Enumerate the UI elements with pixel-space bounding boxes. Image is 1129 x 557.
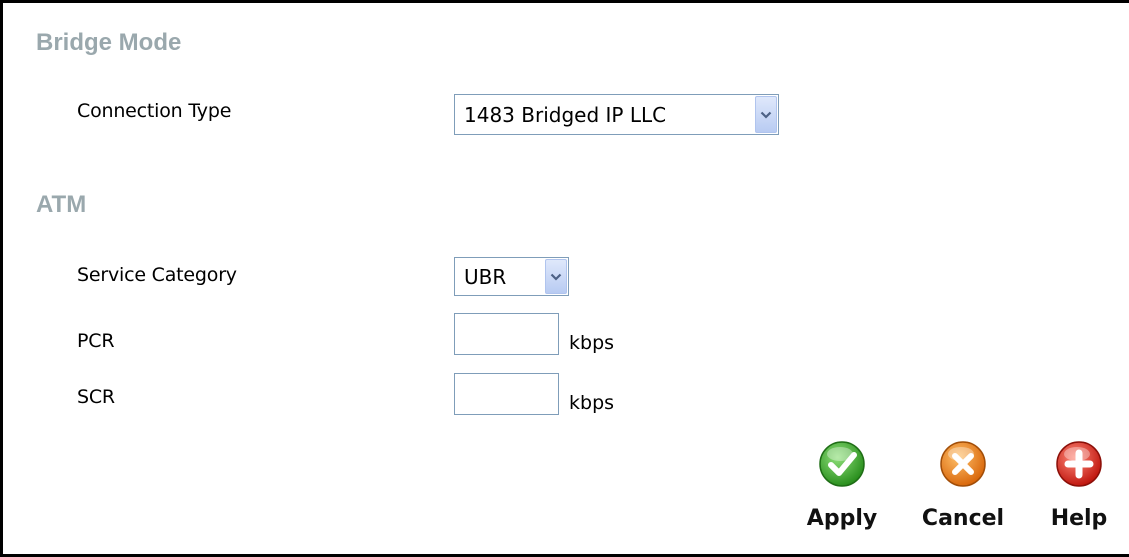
help-label: Help	[1050, 506, 1108, 531]
help-button[interactable]: Help	[1039, 440, 1119, 531]
service-category-label: Service Category	[77, 264, 237, 286]
check-icon	[819, 441, 865, 487]
chevron-down-icon[interactable]	[755, 96, 777, 133]
connection-type-select[interactable]: 1483 Bridged IP LLC	[454, 94, 779, 135]
x-icon	[940, 441, 986, 487]
cancel-button[interactable]: Cancel	[921, 440, 1005, 531]
scr-input[interactable]	[454, 373, 559, 415]
service-category-value: UBR	[464, 264, 507, 289]
scr-label: SCR	[77, 386, 115, 408]
apply-button[interactable]: Apply	[802, 440, 882, 531]
connection-type-label: Connection Type	[77, 100, 232, 122]
section-title-bridge-mode: Bridge Mode	[36, 29, 182, 56]
apply-label: Apply	[806, 506, 878, 531]
pcr-unit: kbps	[569, 332, 615, 354]
chevron-down-icon[interactable]	[545, 259, 567, 294]
scr-unit: kbps	[569, 392, 615, 414]
section-title-atm: ATM	[36, 191, 87, 218]
cancel-label: Cancel	[921, 506, 1005, 531]
connection-type-value: 1483 Bridged IP LLC	[464, 102, 667, 127]
pcr-input[interactable]	[454, 313, 559, 355]
settings-panel: Bridge Mode Connection Type 1483 Bridged…	[0, 0, 1129, 557]
pcr-label: PCR	[77, 330, 115, 352]
plus-icon	[1056, 441, 1102, 487]
service-category-select[interactable]: UBR	[454, 257, 569, 296]
